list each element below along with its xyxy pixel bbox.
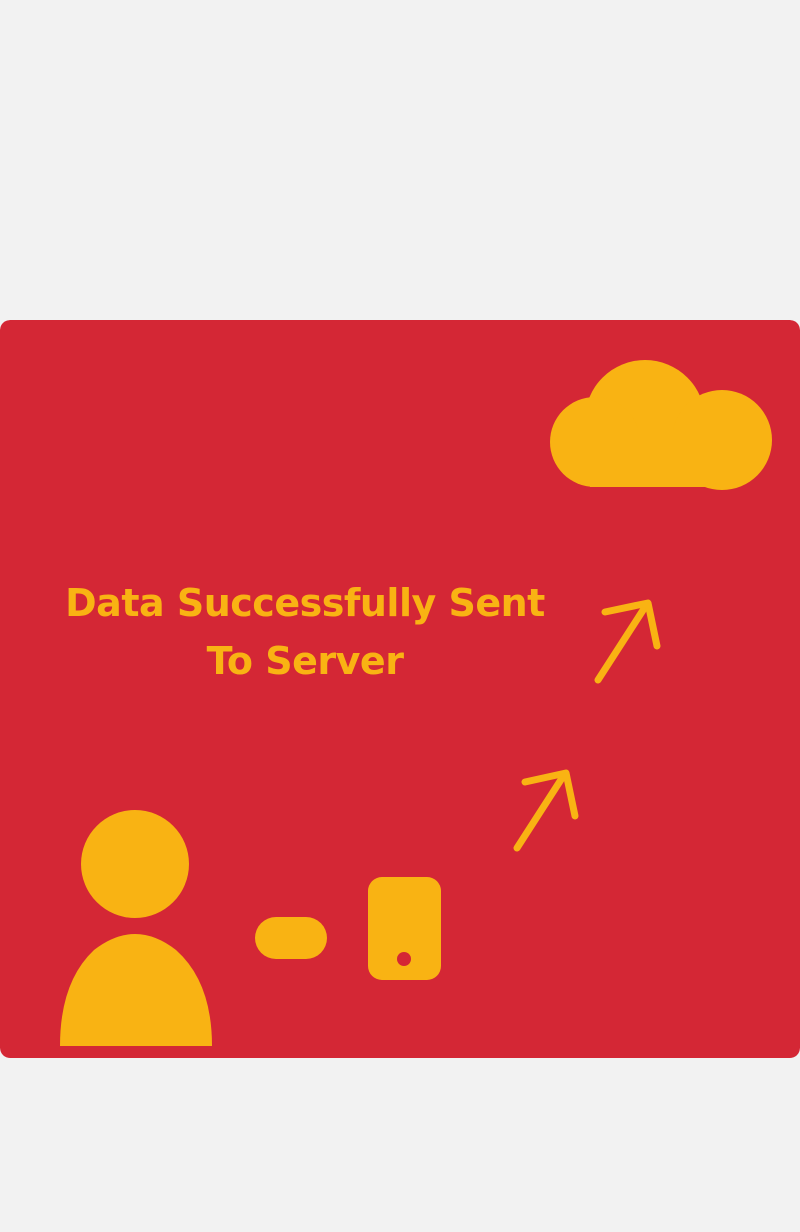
illustration-panel: Data Successfully Sent To Server (0, 320, 800, 1058)
smartphone-icon (368, 877, 441, 980)
status-message-line-1: Data Successfully Sent (65, 581, 545, 625)
connector-icon (255, 917, 327, 959)
status-message: Data Successfully Sent To Server (40, 574, 570, 690)
status-message-line-2: To Server (206, 639, 404, 683)
